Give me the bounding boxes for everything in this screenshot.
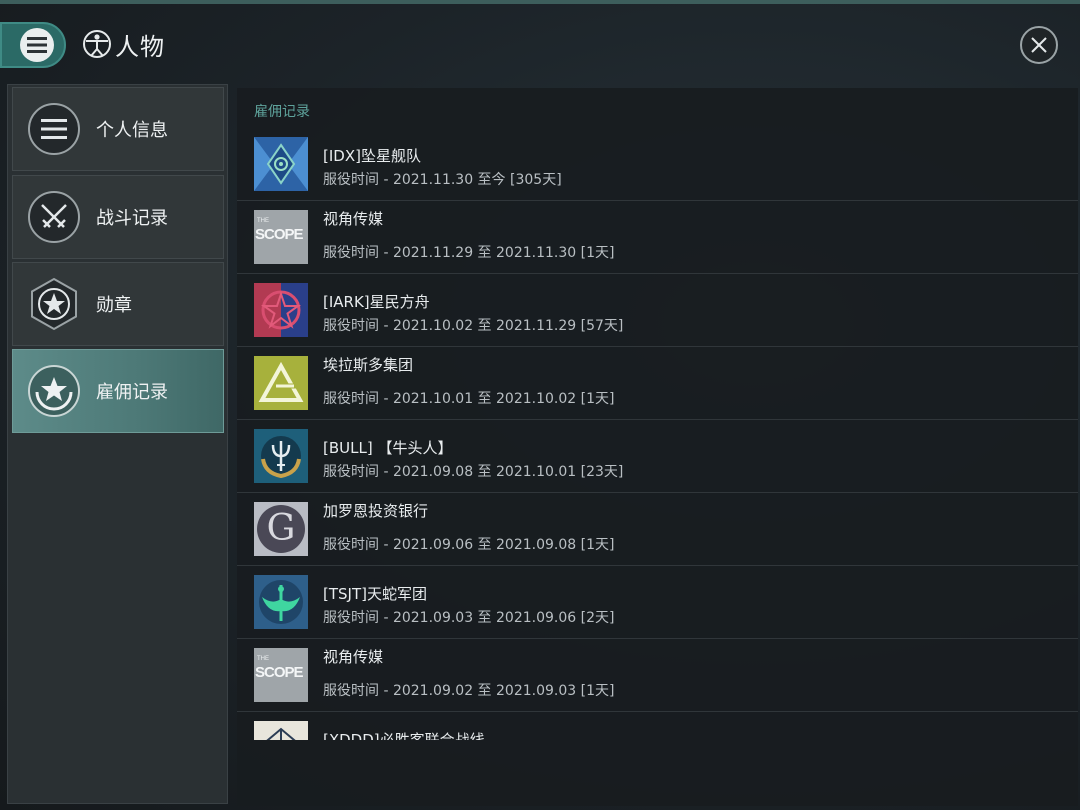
list-item[interactable]: [IDX]坠星舰队 服役时间 - 2021.11.30 至今 [305天]	[237, 128, 1078, 201]
close-button[interactable]	[1020, 26, 1058, 64]
hamburger-icon	[20, 28, 54, 62]
record-service-time: 服役时间 - 2021.09.08 至 2021.10.01 [23天]	[323, 464, 624, 480]
scope-logo: THE SCOPE	[254, 648, 308, 702]
record-name: 视角传媒	[323, 210, 384, 228]
record-name: 埃拉斯多集团	[323, 356, 414, 374]
vitruvian-man-icon	[82, 29, 112, 59]
record-name: 加罗恩投资银行	[323, 502, 429, 520]
page-title: 人物	[115, 33, 165, 61]
scope-logo: THE SCOPE	[254, 210, 308, 264]
menu-button[interactable]	[0, 22, 66, 68]
list-item[interactable]: G 加罗恩投资银行 服役时间 - 2021.09.06 至 2021.09.08…	[237, 493, 1078, 566]
sidebar-item-label: 战斗记录	[96, 208, 168, 229]
star-hexagon-icon	[26, 276, 82, 332]
record-name: [BULL] 【牛头人】	[323, 439, 453, 457]
crossed-swords-icon	[26, 189, 82, 245]
close-icon	[1031, 37, 1047, 53]
record-service-time: 服役时间 - 2021.11.29 至 2021.11.30 [1天]	[323, 245, 615, 261]
g-logo: G	[254, 502, 308, 556]
record-service-time: 服役时间 - 2021.10.02 至 2021.11.29 [57天]	[323, 318, 624, 334]
record-service-time: 服役时间 - 2021.11.30 至今 [305天]	[323, 172, 562, 188]
serpent-logo	[254, 575, 308, 629]
list-icon	[26, 101, 82, 157]
record-name: 视角传媒	[323, 648, 384, 666]
sidebar-item-label: 个人信息	[96, 120, 168, 141]
list-item[interactable]: THE SCOPE 视角传媒 服役时间 - 2021.11.29 至 2021.…	[237, 201, 1078, 274]
record-name: [IDX]坠星舰队	[323, 147, 421, 165]
bull-trident-logo	[254, 429, 308, 483]
record-service-time: 服役时间 - 2021.09.06 至 2021.09.08 [1天]	[323, 537, 615, 553]
sidebar-item-employment-history[interactable]: 雇佣记录	[12, 349, 224, 433]
record-service-time: 服役时间 - 2021.09.03 至 2021.09.06 [2天]	[323, 610, 615, 626]
list-item[interactable]: [TSJT]天蛇军团 服役时间 - 2021.09.03 至 2021.09.0…	[237, 566, 1078, 639]
record-service-time: 服役时间 - 2021.09.02 至 2021.09.03 [1天]	[323, 683, 615, 699]
record-service-time: 服役时间 - 2021.10.01 至 2021.10.02 [1天]	[323, 391, 615, 407]
idx-logo	[254, 137, 308, 191]
iark-logo	[254, 283, 308, 337]
list-item[interactable]: [IARK]星民方舟 服役时间 - 2021.10.02 至 2021.11.2…	[237, 274, 1078, 347]
sidebar-item-label: 雇佣记录	[96, 382, 168, 403]
employment-list[interactable]: [IDX]坠星舰队 服役时间 - 2021.11.30 至今 [305天] TH…	[237, 128, 1078, 740]
sidebar-item-label: 勋章	[96, 295, 132, 316]
star-wreath-icon	[26, 363, 82, 419]
record-name: [IARK]星民方舟	[323, 293, 430, 311]
xddd-logo	[254, 721, 308, 740]
sidebar-item-combat-log[interactable]: 战斗记录	[12, 175, 224, 259]
list-item[interactable]: THE SCOPE 视角传媒 服役时间 - 2021.09.02 至 2021.…	[237, 639, 1078, 712]
list-item[interactable]: 埃拉斯多集团 服役时间 - 2021.10.01 至 2021.10.02 [1…	[237, 347, 1078, 420]
employment-history-panel: 雇佣记录 [IDX]坠星舰队 服役时间 - 2021.11.30 至今 [305…	[237, 88, 1078, 806]
list-item[interactable]: [XDDD]必胜客联合战线	[237, 712, 1078, 740]
sidebar-item-medals[interactable]: 勋章	[12, 262, 224, 346]
top-border	[0, 0, 1080, 4]
record-name: [XDDD]必胜客联合战线	[323, 731, 485, 740]
section-title: 雇佣记录	[254, 104, 310, 120]
arasaka-logo	[254, 356, 308, 410]
list-item[interactable]: [BULL] 【牛头人】 服役时间 - 2021.09.08 至 2021.10…	[237, 420, 1078, 493]
record-name: [TSJT]天蛇军团	[323, 585, 427, 603]
sidebar: 个人信息 战斗记录 勋章 雇佣记录	[7, 84, 228, 804]
sidebar-item-personal-info[interactable]: 个人信息	[12, 87, 224, 171]
